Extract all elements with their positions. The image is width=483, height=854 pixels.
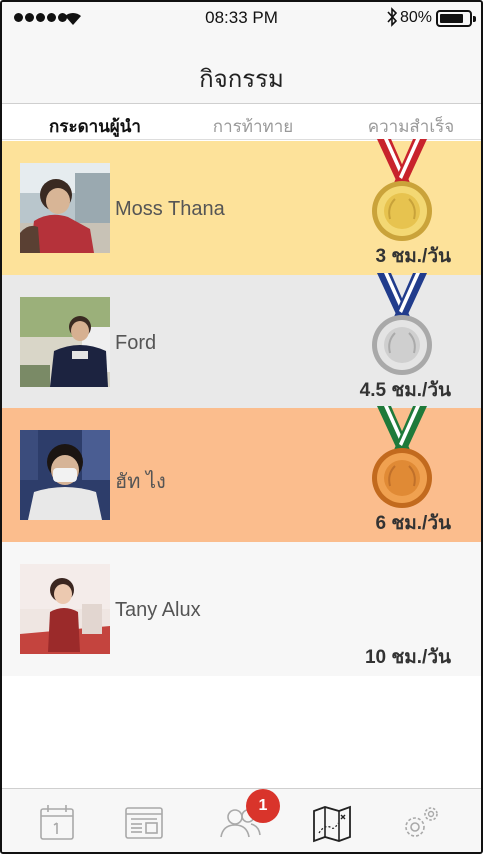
segment-tabs: กระดานผู้นำ การท้าทาย ความสำเร็จ <box>2 104 481 140</box>
bottom-tab-bar: 1 <box>2 788 481 852</box>
tab-achievements[interactable]: ความสำเร็จ <box>346 113 476 140</box>
gold-medal-icon <box>372 139 432 241</box>
user-name: ฮัท ไง <box>115 471 166 493</box>
phone-screen: 08:33 PM 80% กิจกรรม กระดานผู้นำ การท้าท… <box>0 0 483 854</box>
tab-leaderboard[interactable]: กระดานผู้นำ <box>30 113 160 140</box>
user-name: Moss Thana <box>115 198 225 220</box>
bluetooth-icon <box>387 7 398 27</box>
leaderboard-row[interactable]: Ford 4.5 ชม./วัน <box>2 273 481 409</box>
battery-icon <box>436 10 476 27</box>
avatar <box>20 163 110 253</box>
avatar <box>20 430 110 520</box>
avatar <box>20 564 110 654</box>
bronze-medal-icon <box>372 406 432 508</box>
daily-hours: 10 ชม./วัน <box>364 647 451 668</box>
notification-badge: 1 <box>246 789 280 823</box>
page-title: กิจกรรม <box>199 66 284 93</box>
navigation-bar: กิจกรรม <box>2 36 481 104</box>
status-bar: 08:33 PM 80% <box>2 2 481 36</box>
daily-hours: 4.5 ชม./วัน <box>359 380 451 401</box>
tab-challenges[interactable]: การท้าทาย <box>188 113 318 140</box>
news-icon[interactable] <box>122 803 166 843</box>
map-icon[interactable] <box>310 803 354 843</box>
battery-percent: 80% <box>400 9 433 26</box>
daily-hours: 3 ชม./วัน <box>375 246 451 267</box>
settings-icon[interactable] <box>398 803 442 843</box>
silver-medal-icon <box>372 273 432 375</box>
user-name: Ford <box>115 332 157 354</box>
avatar <box>20 297 110 387</box>
daily-hours: 6 ชม./วัน <box>375 513 451 534</box>
leaderboard-row[interactable]: ฮัท ไง 6 ชม./วัน <box>2 406 481 542</box>
leaderboard-row[interactable]: Tany Alux 10 ชม./วัน <box>2 542 481 676</box>
calendar-icon[interactable] <box>35 803 79 843</box>
user-name: Tany Alux <box>115 599 201 621</box>
leaderboard-row[interactable]: Moss Thana 3 ชม./วัน <box>2 139 481 275</box>
